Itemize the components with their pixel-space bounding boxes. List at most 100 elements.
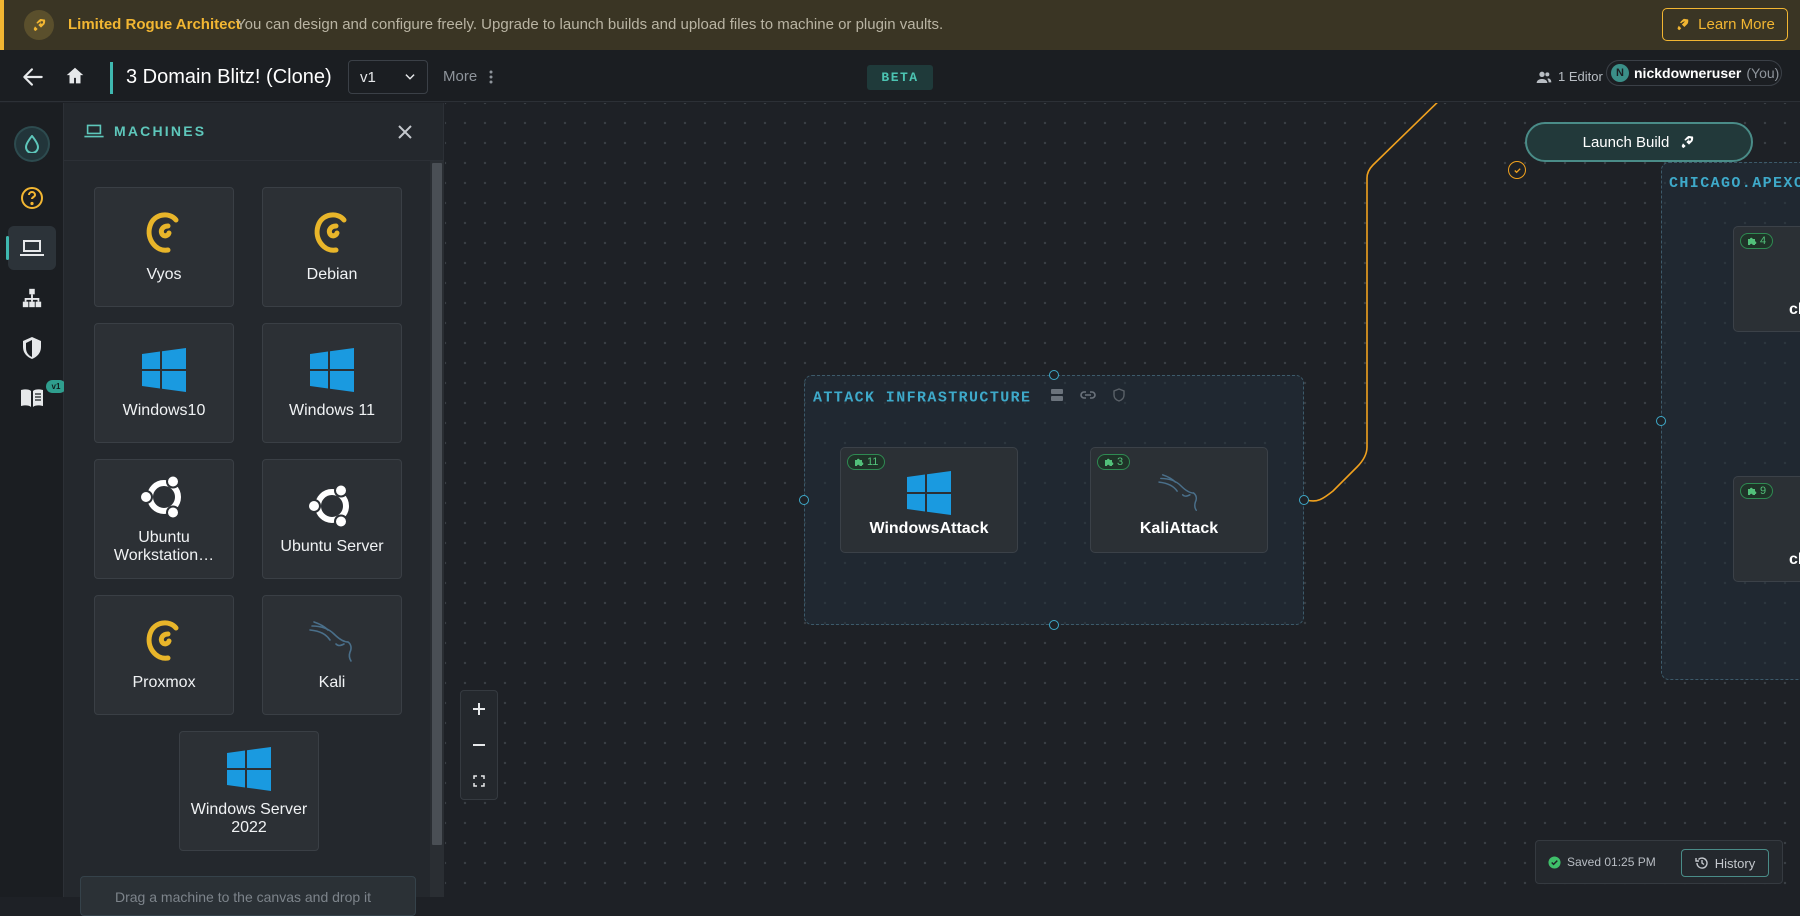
machine-label: Kali	[318, 674, 346, 691]
windows-icon	[140, 346, 188, 394]
machine-label: Vyos	[146, 266, 182, 283]
more-menu-button[interactable]: More	[443, 68, 493, 85]
learn-more-button[interactable]: Learn More	[1662, 8, 1788, 41]
fit-view-icon	[473, 775, 485, 787]
ubuntu-icon	[308, 482, 356, 530]
connection-handle-top[interactable]	[1049, 370, 1059, 380]
help-icon[interactable]	[8, 176, 56, 220]
top-bar: 3 Domain Blitz! (Clone) v1 More BETA 1 E…	[0, 50, 1800, 102]
rocket-icon	[1682, 136, 1694, 148]
plus-icon	[473, 703, 485, 715]
machine-card-ubuntu-server[interactable]: Ubuntu Server	[262, 459, 402, 579]
rail-item-network[interactable]	[8, 276, 56, 320]
machine-label: Windows 11	[289, 402, 375, 419]
machine-card-vyos[interactable]: Vyos	[94, 187, 234, 307]
machine-label: Debian	[306, 266, 358, 283]
beta-badge: BETA	[867, 65, 933, 90]
machine-card-windows-server-2022[interactable]: Windows Server 2022	[179, 731, 319, 851]
fit-view-button[interactable]	[461, 763, 497, 799]
banner-message: You can design and configure freely. Upg…	[236, 16, 944, 33]
plugin-count: 11	[867, 456, 879, 468]
editors-label: 1 Editor	[1558, 69, 1603, 84]
group-chicago[interactable]: CHICAGO.APEXC 4 ch 9 ch	[1661, 162, 1800, 680]
plugin-count: 9	[1760, 485, 1767, 497]
home-icon[interactable]	[64, 65, 86, 87]
project-title[interactable]: 3 Domain Blitz! (Clone)	[126, 66, 332, 89]
windows-icon	[308, 346, 356, 394]
plugin-count-badge[interactable]: 9	[1740, 483, 1774, 499]
launch-build-button[interactable]: Launch Build	[1525, 122, 1753, 162]
banner-title: Limited Rogue Architect	[68, 16, 241, 33]
scrollbar-thumb[interactable]	[432, 163, 442, 845]
rocket-icon	[24, 10, 54, 40]
save-status-label: Saved 01:25 PM	[1567, 855, 1656, 869]
group-title: ATTACK INFRASTRUCTURE	[813, 388, 1125, 407]
close-icon[interactable]	[396, 123, 414, 141]
debian-swirl-icon	[140, 210, 188, 258]
back-arrow-icon[interactable]	[20, 64, 46, 90]
user-name: nickdowneruser	[1634, 65, 1742, 81]
laptop-icon	[20, 240, 44, 256]
node-label: KaliAttack	[1139, 520, 1219, 537]
panel-title-label: MACHINES	[114, 123, 207, 139]
user-you-label: (You)	[1746, 65, 1780, 81]
design-canvas[interactable]: Launch Build ATTACK INFRASTRUCTURE 11 Wi…	[445, 103, 1800, 897]
node-chicago-2[interactable]: 9 ch	[1733, 476, 1800, 582]
node-windows-attack[interactable]: 11 WindowsAttack	[840, 447, 1018, 553]
rail-logo[interactable]	[8, 122, 56, 166]
machines-panel: MACHINES Vyos Debian Windows10 Windows 1…	[64, 103, 444, 916]
plugin-count-badge[interactable]: 11	[847, 454, 886, 470]
machine-card-kali[interactable]: Kali	[262, 595, 402, 715]
debian-swirl-icon	[140, 618, 188, 666]
server-icon[interactable]	[1050, 388, 1064, 407]
group-title: CHICAGO.APEXC	[1669, 175, 1800, 192]
machine-card-ubuntu-workstation[interactable]: Ubuntu Workstation…	[94, 459, 234, 579]
machine-card-debian[interactable]: Debian	[262, 187, 402, 307]
rail-item-machines[interactable]	[6, 226, 56, 270]
plugin-count: 4	[1760, 235, 1767, 247]
group-attack-infrastructure[interactable]: ATTACK INFRASTRUCTURE 11 WindowsAttack 3…	[804, 375, 1304, 625]
check-circle-icon	[1548, 855, 1561, 869]
machine-card-proxmox[interactable]: Proxmox	[94, 595, 234, 715]
version-badge: v1	[46, 380, 66, 393]
rail-item-docs[interactable]: v1	[8, 376, 66, 420]
zoom-in-button[interactable]	[461, 691, 497, 727]
shield-icon[interactable]	[1112, 388, 1125, 407]
current-user-chip[interactable]: N nickdowneruser (You)	[1606, 60, 1782, 86]
machine-card-windows10[interactable]: Windows10	[94, 323, 234, 443]
link-icon[interactable]	[1080, 388, 1096, 407]
plugin-count-badge[interactable]: 4	[1740, 233, 1774, 249]
node-chicago-1[interactable]: 4 ch	[1733, 226, 1800, 332]
rail-item-security[interactable]	[8, 326, 56, 370]
debian-swirl-icon	[308, 210, 356, 258]
save-status: Saved 01:25 PM	[1548, 855, 1656, 869]
machine-label: Windows Server 2022	[190, 801, 308, 836]
connection-handle-left[interactable]	[799, 495, 809, 505]
group-title-label: ATTACK INFRASTRUCTURE	[813, 389, 1032, 407]
plugin-count-badge[interactable]: 3	[1097, 454, 1131, 470]
connection-handle-left[interactable]	[1656, 416, 1666, 426]
puzzle-icon	[1748, 487, 1757, 495]
book-icon	[21, 389, 43, 407]
laptop-icon	[84, 124, 104, 138]
puzzle-icon	[855, 458, 864, 466]
panel-header: MACHINES	[64, 103, 444, 161]
connection-handle-right[interactable]	[1299, 495, 1309, 505]
shield-icon	[23, 337, 41, 359]
node-label: WindowsAttack	[869, 520, 989, 537]
machine-label: Ubuntu Server	[280, 538, 384, 555]
zoom-out-button[interactable]	[461, 727, 497, 763]
history-button[interactable]: History	[1681, 849, 1769, 877]
version-select[interactable]: v1	[348, 60, 428, 94]
node-kali-attack[interactable]: 3 KaliAttack	[1090, 447, 1268, 553]
machine-label: Windows10	[122, 402, 206, 419]
minus-icon	[473, 744, 485, 746]
editors-count[interactable]: 1 Editor	[1536, 69, 1603, 84]
windows-icon	[906, 470, 952, 516]
app-logo-icon	[16, 128, 48, 160]
history-icon	[1695, 857, 1708, 869]
plugin-count: 3	[1117, 456, 1124, 468]
node-label: ch	[1789, 301, 1800, 318]
connection-handle-bottom[interactable]	[1049, 620, 1059, 630]
machine-card-windows11[interactable]: Windows 11	[262, 323, 402, 443]
